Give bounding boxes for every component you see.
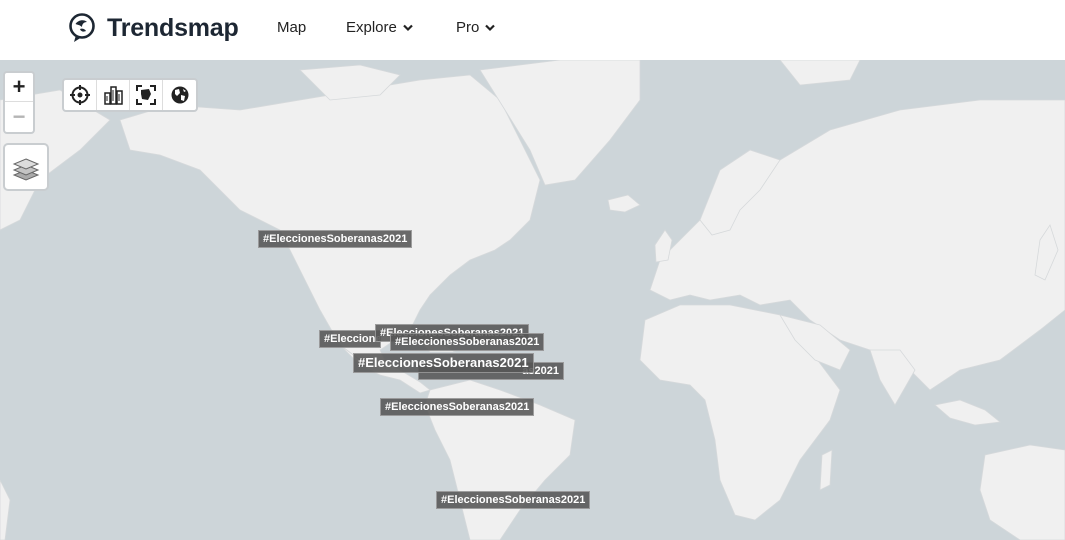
world-map[interactable] — [0, 60, 1065, 540]
map-tool-bar — [62, 78, 198, 112]
globe-icon — [171, 86, 188, 104]
trend-tag-label: #EleccionesSoberanas2021 — [395, 336, 540, 348]
trend-tag-label: #EleccionesSoberanas2021 — [263, 233, 408, 245]
trend-tag-label: #EleccionesSoberanas2021 — [441, 494, 586, 506]
nav-pro-label: Pro — [456, 19, 480, 36]
brand-name: Trendsmap — [107, 13, 239, 42]
australia-landmass — [979, 444, 1065, 540]
top-navigation-bar: Trendsmap Map Explore Pro — [0, 0, 1065, 60]
trend-tag[interactable]: #EleccionesSoberanas2021 — [353, 353, 534, 373]
arctic-islands-2 — [779, 60, 861, 86]
trend-tag[interactable]: #EleccionesSoberanas2021 — [258, 230, 413, 248]
indonesia-landmass — [934, 399, 1001, 426]
madagascar-landmass — [819, 449, 833, 491]
region-frame-icon — [136, 85, 156, 105]
trend-tag[interactable]: #EleccionesSoberanas2021 — [436, 491, 591, 509]
locate-button[interactable] — [64, 80, 97, 110]
zoom-control: + − — [3, 71, 35, 134]
trend-tag[interactable]: #EleccionesSoberanas2021 — [380, 398, 535, 416]
trendsmap-logo-icon — [69, 13, 95, 42]
nav-map[interactable]: Map — [277, 19, 306, 36]
iceland-landmass — [607, 194, 641, 213]
trend-tag[interactable]: #EleccionesSoberanas2021 — [390, 333, 545, 351]
brand-logo-link[interactable]: Trendsmap — [68, 12, 239, 44]
layers-icon — [12, 158, 40, 181]
layers-button[interactable] — [3, 143, 49, 191]
north-america-landmass — [119, 74, 541, 361]
crosshair-icon — [70, 85, 90, 105]
trend-tag-label: #EleccionesSoberanas2021 — [385, 401, 530, 413]
zoom-out-button[interactable]: − — [5, 102, 33, 131]
trend-tag-label: #EleccionesSoberanas2021 — [358, 355, 529, 370]
fit-region-button[interactable] — [130, 80, 163, 110]
new-zealand-landmass — [0, 479, 11, 540]
nav-explore-label: Explore — [346, 19, 397, 36]
nav-pro[interactable]: Pro — [456, 19, 496, 36]
chevron-down-icon — [485, 24, 496, 31]
city-view-button[interactable] — [97, 80, 130, 110]
trend-tag-label: #Elecciones — [324, 333, 380, 345]
nav-map-label: Map — [277, 19, 307, 36]
chevron-down-icon — [403, 24, 413, 31]
global-view-button[interactable] — [163, 80, 196, 110]
nav-explore[interactable]: Explore — [346, 19, 413, 36]
city-icon — [104, 86, 123, 105]
zoom-in-button[interactable]: + — [5, 73, 33, 102]
world-map-canvas — [0, 60, 1065, 540]
trend-tag[interactable]: #Elecciones — [319, 330, 381, 348]
